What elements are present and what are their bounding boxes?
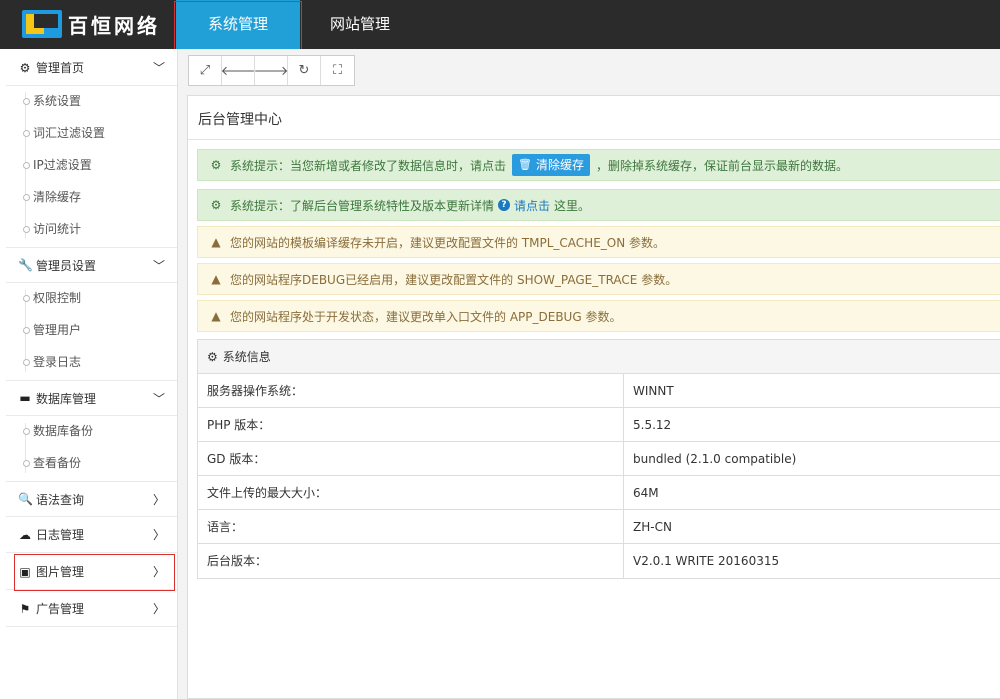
chevron-down-icon: ﹀ [152,258,165,273]
warning-icon: ▲ [211,309,221,323]
table-row: 语言： ZH-CN [198,510,1000,544]
cloud-icon: ☁ [19,527,31,542]
arrow-right-icon[interactable]: 🡒 [254,56,288,85]
clear-cache-label: 清除缓存 [535,158,584,172]
info-key: 后台版本： [198,544,624,578]
table-row: PHP 版本： 5.5.12 [198,408,1000,442]
sidebar-group-label: 管理首页 [36,61,85,75]
sidebar-item-login-log[interactable]: 登录日志 [6,346,177,378]
tab-toolbar: ⤢ 🡐 🡒 ↻ ⛶ [188,55,355,86]
gear-icon: ⚙ [210,158,222,172]
alert-text: 系统提示：当您新增或者修改了数据信息时，请点击 [230,158,507,173]
info-key: GD 版本： [198,442,624,475]
table-row: 后台版本： V2.0.1 WRITE 20160315 [198,544,1000,578]
sidebar-group-pictures[interactable]: ▣ 图片管理 〉 [6,554,177,590]
alert-text: 您的网站程序DEBUG已经启用，建议更改配置文件的 SHOW_PAGE_TRAC… [230,272,678,287]
logo-mark-icon [22,10,62,38]
sidebar-item-system-settings[interactable]: 系统设置 [6,85,177,117]
table-row: 服务器操作系统： WINNT [198,374,1000,408]
info-value: 64M [633,486,659,500]
sidebar-group-label: 广告管理 [36,602,85,616]
top-bar: 百恒网络 系统管理 网站管理 [0,0,1000,49]
clear-cache-button[interactable]: 🗑 清除缓存 [512,154,590,176]
chevron-right-icon: 〉 [152,602,165,616]
info-value: V2.0.1 WRITE 20160315 [633,554,780,568]
sidebar-item-ip-filter[interactable]: IP过滤设置 [6,149,177,181]
sidebar-item-permissions[interactable]: 权限控制 [6,282,177,314]
sidebar-group-ads[interactable]: ⚑ 广告管理 〉 [6,591,177,627]
update-info-link[interactable]: 请点击 [514,197,550,214]
brand-name: 百恒网络 [68,13,160,38]
alert-warning: ▲ 您的网站程序DEBUG已经启用，建议更改配置文件的 SHOW_PAGE_TR… [197,263,1000,295]
hdd-icon: ▬ [19,391,31,405]
sidebar-group-label: 图片管理 [36,565,85,579]
info-key: 服务器操作系统： [198,374,624,407]
info-value: ZH-CN [633,520,672,534]
sidebar-group-log[interactable]: ☁ 日志管理 〉 [6,517,177,553]
sidebar-group-label: 管理员设置 [36,258,97,273]
alert-warning: ▲ 您的网站程序处于开发状态，建议更改单入口文件的 APP_DEBUG 参数。 [197,300,1000,332]
picture-icon: ▣ [19,564,31,579]
chevron-right-icon: 〉 [152,565,165,579]
alert-text: 您的网站程序处于开发状态，建议更改单入口文件的 APP_DEBUG 参数。 [230,309,622,324]
sidebar-item-clear-cache[interactable]: 清除缓存 [6,181,177,213]
table-row: GD 版本： bundled (2.1.0 compatible) [198,442,1000,476]
system-info-header: ⚙ 系统信息 [198,340,1000,374]
system-info-title: 系统信息 [222,350,271,364]
sidebar-group-syntax-query[interactable]: 🔍 语法查询 〉 [6,481,177,517]
sidebar-group-home[interactable]: ⚙ 管理首页 ﹀ [6,50,177,86]
sidebar-group-label: 语法查询 [36,492,85,507]
info-key: 语言： [198,510,624,543]
alert-update-info: ⚙ 系统提示：了解后台管理系统特性及版本更新详情 ? 请点击 这里。 [197,189,1000,221]
trash-icon: 🗑 [518,158,532,171]
sidebar-group-label: 数据库管理 [36,391,97,406]
logo[interactable]: 百恒网络 [22,10,160,38]
arrow-left-icon[interactable]: 🡐 [221,56,255,85]
content-panel: 后台管理中心 ⚙ 系统提示：当您新增或者修改了数据信息时，请点击 🗑 清除缓存 … [187,95,1000,699]
page-title: 后台管理中心 [198,112,282,128]
warning-icon: ▲ [211,235,221,249]
alert-warning: ▲ 您的网站的模板编译缓存未开启，建议更改配置文件的 TMPL_CACHE_ON… [197,226,1000,258]
chevron-right-icon: 〉 [152,528,165,542]
chevron-down-icon: ﹀ [152,61,165,75]
question-circle-icon: ? [498,199,511,211]
chevron-right-icon: 〉 [152,492,165,507]
topnav-site-management[interactable]: 网站管理 [300,0,420,49]
sidebar-item-manage-users[interactable]: 管理用户 [6,314,177,346]
info-value: WINNT [633,384,674,398]
expand-icon[interactable]: ⤢ [189,56,222,85]
search-icon: 🔍 [18,492,33,506]
info-key: 文件上传的最大大小： [198,476,624,509]
alert-clear-cache: ⚙ 系统提示：当您新增或者修改了数据信息时，请点击 🗑 清除缓存 ，删除掉系统缓… [197,149,1000,181]
wrench-icon: 🔧 [18,258,33,272]
refresh-icon[interactable]: ↻ [288,56,321,85]
sidebar-item-visit-stats[interactable]: 访问统计 [6,213,177,245]
flag-icon: ⚑ [19,601,31,616]
sidebar-item-word-filter[interactable]: 词汇过滤设置 [6,117,177,149]
topnav-system-management[interactable]: 系统管理 [176,0,300,49]
sidebar-group-admin[interactable]: 🔧 管理员设置 ﹀ [6,247,177,283]
warning-icon: ▲ [211,272,221,286]
divider [188,139,1000,140]
chevron-down-icon: ﹀ [152,391,165,406]
alert-text: ，删除掉系统缓存，保证前台显示最新的数据。 [596,158,849,173]
info-value: 5.5.12 [633,418,672,432]
top-nav: 系统管理 网站管理 [176,0,420,49]
table-row: 文件上传的最大大小： 64M [198,476,1000,510]
info-value: bundled (2.1.0 compatible) [633,452,797,466]
gear-icon: ⚙ [207,349,218,364]
sidebar-group-database[interactable]: ▬ 数据库管理 ﹀ [6,380,177,416]
alert-text: 您的网站的模板编译缓存未开启，建议更改配置文件的 TMPL_CACHE_ON 参… [230,235,666,250]
sidebar-group-label: 日志管理 [36,528,85,542]
gear-icon: ⚙ [210,198,222,212]
alert-text: 这里。 [554,198,591,213]
info-key: PHP 版本： [198,408,624,441]
fullscreen-icon[interactable]: ⛶ [321,56,354,85]
sidebar-item-view-backup[interactable]: 查看备份 [6,447,177,479]
gear-icon: ⚙ [19,60,31,75]
alert-text: 系统提示：了解后台管理系统特性及版本更新详情 [230,198,495,213]
sidebar-item-db-backup[interactable]: 数据库备份 [6,415,177,447]
system-info-table: ⚙ 系统信息 服务器操作系统： WINNT PHP 版本： 5.5.12 GD … [197,339,1000,579]
